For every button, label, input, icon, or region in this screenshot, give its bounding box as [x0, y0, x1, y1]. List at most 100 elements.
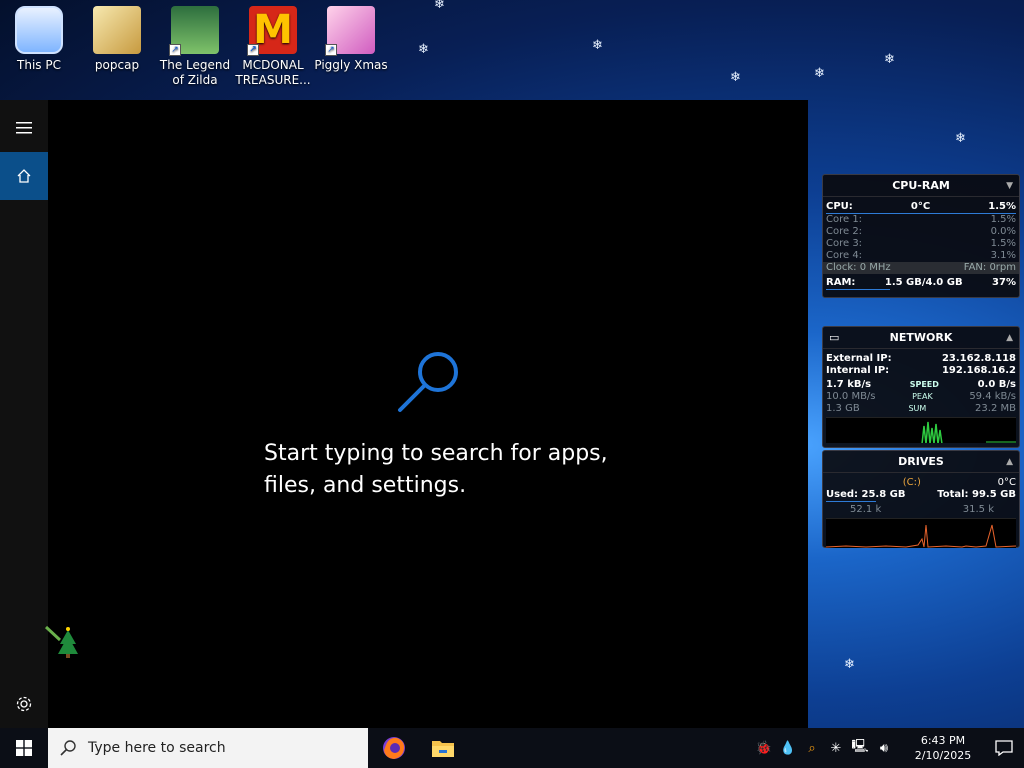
tray-magnifier-icon[interactable]: ⌕	[800, 728, 824, 768]
clock-time: 6:43 PM	[920, 734, 966, 747]
snowflake-icon: ❄	[730, 70, 741, 85]
drive-write: 31.5 k	[962, 504, 994, 515]
snowflake-icon: ❄	[434, 0, 445, 12]
snowflake-icon: ❄	[844, 657, 855, 672]
core-label: Core 4:	[826, 250, 863, 261]
desktop-icon-piggly-xmas[interactable]: ↗ Piggly Xmas	[313, 4, 389, 73]
notification-icon	[995, 740, 1013, 756]
gadget-title-text: NETWORK	[889, 331, 953, 344]
sum-row: 1.3 GB SUM 23.2 MB	[823, 403, 1019, 415]
hamburger-menu-button[interactable]	[0, 104, 48, 152]
taskbar-search-box[interactable]: Type here to search	[48, 728, 368, 768]
core-value: 0.0%	[990, 226, 1016, 237]
cpu-row: CPU: 0°C 1.5%	[823, 201, 1019, 213]
tray-droplet-icon[interactable]: 💧	[776, 728, 800, 768]
chevron-down-icon[interactable]: ▼	[1006, 175, 1013, 197]
taskbar-clock[interactable]: 6:43 PM 2/10/2025	[902, 733, 984, 763]
christmas-tree-cursor-icon	[44, 625, 78, 658]
desktop-icon-this-pc[interactable]: This PC	[1, 4, 77, 73]
cpu-label: CPU:	[826, 201, 853, 212]
windows-logo-icon	[16, 740, 32, 756]
download-peak: 10.0 MB/s	[826, 391, 876, 402]
gadget-title: CPU-RAM ▼	[823, 175, 1019, 197]
gadget-title: DRIVES ▲	[823, 451, 1019, 473]
search-icon	[398, 352, 458, 412]
speed-row: 1.7 kB/s SPEED 0.0 B/s	[823, 379, 1019, 391]
external-ip-row: External IP: 23.162.8.118	[823, 353, 1019, 365]
snowflake-icon: ❄	[814, 66, 825, 81]
cpu-temp: 0°C	[910, 201, 931, 212]
volume-icon[interactable]: 🔊︎	[872, 728, 896, 768]
shortcut-arrow-icon: ↗	[325, 44, 337, 56]
ram-row: RAM: 1.5 GB/4.0 GB 37%	[823, 277, 1019, 289]
home-button[interactable]	[0, 152, 48, 200]
notification-center-button[interactable]	[984, 728, 1024, 768]
core-label: Core 3:	[826, 238, 863, 249]
snowflake-icon: ❄	[592, 38, 603, 53]
drive-graph	[826, 518, 1016, 548]
external-ip-value: 23.162.8.118	[941, 353, 1016, 364]
folder-icon	[93, 6, 141, 54]
gear-icon	[16, 696, 32, 712]
start-button[interactable]	[0, 728, 48, 768]
gadget-title-text: DRIVES	[898, 455, 944, 468]
settings-button[interactable]	[0, 680, 48, 728]
game-shortcut-icon: ↗	[169, 6, 219, 56]
chevron-up-icon[interactable]: ▲	[1006, 327, 1013, 349]
snowflake-icon: ❄	[884, 52, 895, 67]
clock-row: Clock: 0 MHz FAN: 0rpm	[823, 262, 1019, 274]
speed-label: SPEED	[909, 380, 939, 389]
gadget-title: ▭ NETWORK ▲	[823, 327, 1019, 349]
search-icon	[60, 740, 76, 756]
network-graph-svg	[921, 421, 1016, 443]
drive-usage-bar	[826, 501, 876, 502]
taskbar: Type here to search 🐞 💧 ⌕ ✳ 🖳 🔊︎ 6:43 PM…	[0, 728, 1024, 768]
drive-row: (C:) 0°C	[823, 477, 1019, 489]
start-search-panel: Start typing to search for apps, files, …	[0, 100, 808, 728]
network-graph	[826, 417, 1016, 443]
peak-row: 10.0 MB/s PEAK 59.4 kB/s	[823, 391, 1019, 403]
external-ip-label: External IP:	[826, 353, 892, 364]
desktop-icon-label: popcap	[94, 58, 140, 72]
chevron-up-icon[interactable]: ▲	[1006, 451, 1013, 473]
firefox-icon	[383, 737, 405, 759]
taskbar-firefox-button[interactable]	[370, 728, 418, 768]
network-icon[interactable]: 🖳	[848, 728, 872, 768]
system-tray: 🐞 💧 ⌕ ✳ 🖳 🔊︎ 6:43 PM 2/10/2025	[752, 728, 1024, 768]
peak-label: PEAK	[912, 392, 933, 401]
core-row: Core 2: 0.0%	[823, 226, 1019, 238]
ram-bar	[826, 289, 890, 290]
upload-peak: 59.4 kB/s	[969, 391, 1016, 402]
search-hint-text: Start typing to search for apps, files, …	[264, 441, 608, 498]
core-row: Core 1: 1.5%	[823, 214, 1019, 226]
drive-used: Used: 25.8 GB	[826, 489, 906, 500]
core-value: 3.1%	[990, 250, 1016, 261]
drive-total: Total: 99.5 GB	[937, 489, 1016, 500]
desktop-icon-mcdonal-treasure[interactable]: M ↗ MCDONAL TREASURE...	[235, 4, 311, 88]
ram-label: RAM:	[826, 277, 856, 288]
desktop-icon-label: The Legend of Zilda	[159, 58, 231, 87]
drive-read: 52.1 k	[850, 504, 882, 515]
monitor-icon: ▭	[829, 331, 840, 344]
core-label: Core 2:	[826, 226, 863, 237]
drive-temp: 0°C	[997, 477, 1016, 488]
tray-snowflake-icon[interactable]: ✳	[824, 728, 848, 768]
taskbar-search-placeholder: Type here to search	[88, 740, 226, 756]
gadget-title-text: CPU-RAM	[892, 179, 950, 192]
internal-ip-value: 192.168.16.2	[941, 365, 1016, 376]
tray-app-icon[interactable]: 🐞	[752, 728, 776, 768]
desktop-icon-label: MCDONAL TREASURE...	[235, 58, 311, 87]
drive-graph-svg	[826, 524, 1016, 548]
start-rail	[0, 100, 48, 728]
network-gadget: ▭ NETWORK ▲ External IP: 23.162.8.118 Int…	[822, 326, 1020, 448]
core-row: Core 4: 3.1%	[823, 250, 1019, 262]
desktop-icon-legend-of-zilda[interactable]: ↗ The Legend of Zilda	[157, 4, 233, 88]
taskbar-file-explorer-button[interactable]	[419, 728, 467, 768]
home-icon	[17, 169, 31, 183]
snowflake-icon: ❄	[955, 131, 966, 146]
shortcut-arrow-icon: ↗	[169, 44, 181, 56]
core-value: 1.5%	[990, 214, 1016, 225]
desktop-icon-popcap[interactable]: popcap	[79, 4, 155, 73]
download-speed: 1.7 kB/s	[826, 379, 872, 390]
internal-ip-row: Internal IP: 192.168.16.2	[823, 365, 1019, 377]
